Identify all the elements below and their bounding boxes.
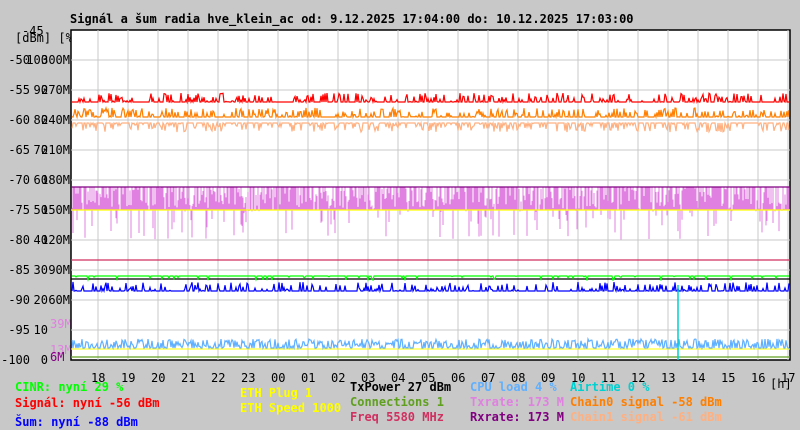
legend-noise: Šum: nyní -88 dBm [15, 415, 138, 429]
legend-cpu: CPU load 4 % [470, 380, 557, 394]
legend-chain0: Chain0 signal -58 dBm [570, 395, 722, 409]
legend-rxrate: Rxrate: 173 M [470, 410, 564, 424]
legend-signal: Signál: nyní -56 dBm [15, 396, 160, 410]
chart-window: Signál a šum radia hve_klein_ac od: 9.12… [0, 0, 800, 430]
legend-chain1: Chain1 signal -61 dBm [570, 410, 722, 424]
legend-airtime: Airtime 0 % [570, 380, 650, 394]
legend-freq: Freq 5580 MHz [350, 410, 444, 424]
legend-eth-speed: ETH Speed 1000 [240, 401, 342, 415]
legend-eth-plug: ETH Plug 1 [240, 386, 313, 400]
legend-connections: Connections 1 [350, 395, 444, 409]
legend-txrate: Txrate: 173 M [470, 395, 564, 409]
legend-txpower: TxPower 27 dBm [350, 380, 452, 394]
legend-cinr: CINR: nyní 29 % [15, 380, 124, 394]
plot-area [70, 29, 791, 361]
